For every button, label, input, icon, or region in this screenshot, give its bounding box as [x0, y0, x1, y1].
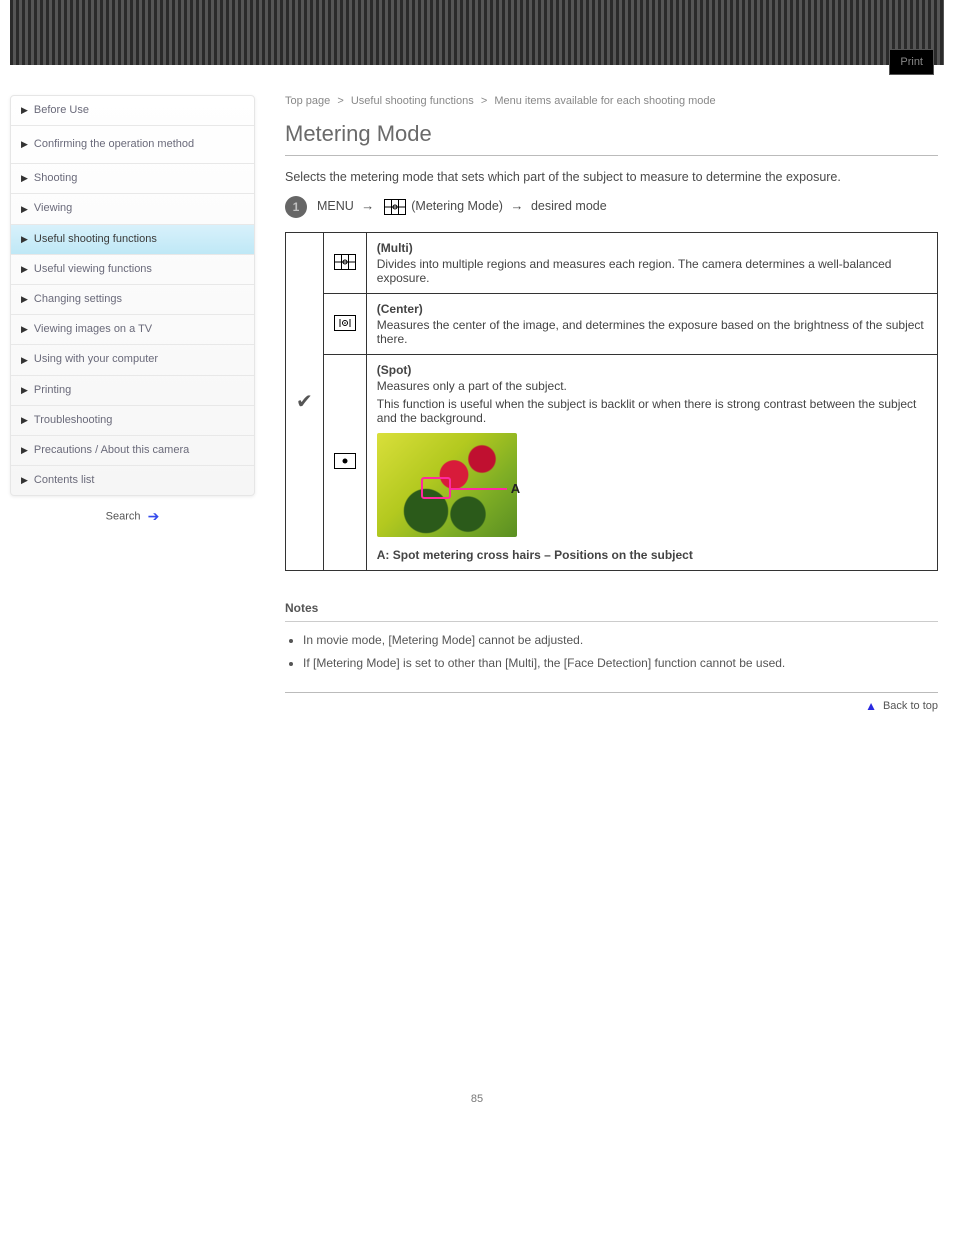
nav-label: Changing settings — [34, 293, 122, 306]
nav-shooting[interactable]: ▶ Shooting — [11, 164, 254, 194]
print-button[interactable]: Print — [889, 49, 934, 75]
check-cell: ✔ — [286, 233, 324, 571]
nav-printing[interactable]: ▶ Printing — [11, 376, 254, 406]
title-rule — [285, 155, 938, 156]
chevron-right-icon: ▶ — [21, 294, 28, 305]
mode-desc-cell: (Center) Measures the center of the imag… — [366, 294, 937, 355]
nav-label: Precautions / About this camera — [34, 444, 189, 457]
chevron-right-icon: ▶ — [21, 139, 28, 150]
sidebar: ▶ Before Use ▶ Confirming the operation … — [10, 95, 255, 533]
nav-label: Shooting — [34, 172, 77, 185]
modes-table: ✔ (Multi) Divides into multiple — [285, 232, 938, 571]
breadcrumb: Top page > Useful shooting functions > M… — [285, 95, 938, 107]
footer-row: ▲ Back to top — [285, 692, 938, 713]
callout-line — [451, 488, 507, 490]
back-to-top-link[interactable]: Back to top — [883, 700, 938, 712]
nav-viewing[interactable]: ▶ Viewing — [11, 194, 254, 224]
nav-confirming-operation[interactable]: ▶ Confirming the operation method — [11, 126, 254, 164]
step-1: 1 MENU → (Metering Mode) → desired mode — [285, 196, 938, 218]
mode-name: (Spot) — [377, 363, 927, 377]
mode-icon-cell — [323, 355, 366, 571]
triangle-up-icon: ▲ — [865, 699, 877, 713]
table-row: (Spot) Measures only a part of the subje… — [286, 355, 938, 571]
notes-section: Notes In movie mode, [Metering Mode] can… — [285, 601, 938, 672]
step-number-icon: 1 — [285, 196, 307, 218]
chevron-right-icon: ▶ — [21, 173, 28, 184]
metering-multi-icon — [334, 254, 356, 270]
nav-viewing-tv[interactable]: ▶ Viewing images on a TV — [11, 315, 254, 345]
chevron-right-icon: ▶ — [21, 204, 28, 215]
table-row: (Center) Measures the center of the imag… — [286, 294, 938, 355]
chevron-right-icon: ▶ — [21, 264, 28, 275]
chevron-right-icon: ▶ — [21, 234, 28, 245]
nav-label: Useful shooting functions — [34, 233, 157, 246]
spot-frame — [421, 477, 451, 499]
mode-name: (Center) — [377, 302, 927, 316]
lead-text: Selects the metering mode that sets whic… — [285, 170, 938, 184]
arrow-right-icon: → — [510, 198, 523, 213]
metering-multi-icon — [384, 199, 406, 215]
mode-icon-cell — [323, 294, 366, 355]
mode-desc: Measures only a part of the subject. — [377, 379, 567, 393]
nav-useful-shooting[interactable]: ▶ Useful shooting functions — [11, 225, 254, 255]
note-item: In movie mode, [Metering Mode] cannot be… — [303, 632, 938, 649]
chevron-right-icon: ▶ — [21, 385, 28, 396]
chevron-right-icon: ▶ — [21, 105, 28, 116]
spot-illustration: A — [377, 433, 517, 537]
search-link[interactable]: Search ➔ — [10, 496, 255, 533]
header-bar: Print — [10, 0, 944, 65]
mode-extra: This function is useful when the subject… — [377, 397, 927, 425]
chevron-right-icon: ▶ — [21, 475, 28, 486]
nav-label: Confirming the operation method — [34, 138, 194, 151]
checkmark-icon: ✔ — [296, 391, 313, 413]
arrow-right-icon: ➔ — [148, 508, 160, 524]
breadcrumb-b[interactable]: Useful shooting functions — [351, 95, 474, 107]
chevron-right-icon: ▶ — [21, 415, 28, 426]
mode-icon-cell — [323, 233, 366, 294]
arrow-right-icon: → — [361, 198, 374, 213]
nav-label: Troubleshooting — [34, 414, 112, 427]
search-label: Search — [106, 511, 141, 523]
mode-desc: Measures the center of the image, and de… — [377, 318, 924, 346]
step-menu: MENU — [317, 199, 354, 213]
chevron-right-icon: ▶ — [21, 355, 28, 366]
page-title: Metering Mode — [285, 121, 938, 147]
chevron-right-icon: ▶ — [21, 445, 28, 456]
nav-label: Viewing — [34, 202, 72, 215]
notes-rule — [285, 621, 938, 622]
callout-label: A — [511, 481, 520, 496]
step-metering: (Metering Mode) — [411, 199, 503, 213]
nav-label: Using with your computer — [34, 353, 158, 366]
breadcrumb-c[interactable]: Menu items available for each shooting m… — [494, 95, 715, 107]
notes-title: Notes — [285, 601, 938, 615]
nav-label: Contents list — [34, 474, 95, 487]
mode-desc-cell: (Spot) Measures only a part of the subje… — [366, 355, 937, 571]
nav-label: Useful viewing functions — [34, 263, 152, 276]
chevron-right-icon: ▶ — [21, 324, 28, 335]
nav-contents-list[interactable]: ▶ Contents list — [11, 466, 254, 495]
page-number: 85 — [10, 1093, 944, 1105]
step-desired: desired mode — [531, 199, 607, 213]
nav-before-use[interactable]: ▶ Before Use — [11, 96, 254, 126]
nav-useful-viewing[interactable]: ▶ Useful viewing functions — [11, 255, 254, 285]
spot-frame-caption: A: Spot metering cross hairs – Positions… — [377, 548, 693, 562]
metering-spot-icon — [334, 453, 356, 469]
note-item: If [Metering Mode] is set to other than … — [303, 655, 938, 672]
table-row: ✔ (Multi) Divides into multiple — [286, 233, 938, 294]
main-content: Top page > Useful shooting functions > M… — [285, 95, 944, 713]
nav-troubleshooting[interactable]: ▶ Troubleshooting — [11, 406, 254, 436]
mode-name: (Multi) — [377, 241, 927, 255]
mode-desc: Divides into multiple regions and measur… — [377, 257, 892, 285]
nav-computer[interactable]: ▶ Using with your computer — [11, 345, 254, 375]
nav-label: Printing — [34, 384, 71, 397]
nav-label: Before Use — [34, 104, 89, 117]
nav-label: Viewing images on a TV — [34, 323, 152, 336]
nav-precautions[interactable]: ▶ Precautions / About this camera — [11, 436, 254, 466]
nav-changing-settings[interactable]: ▶ Changing settings — [11, 285, 254, 315]
mode-desc-cell: (Multi) Divides into multiple regions an… — [366, 233, 937, 294]
breadcrumb-a[interactable]: Top page — [285, 95, 330, 107]
metering-center-icon — [334, 315, 356, 331]
